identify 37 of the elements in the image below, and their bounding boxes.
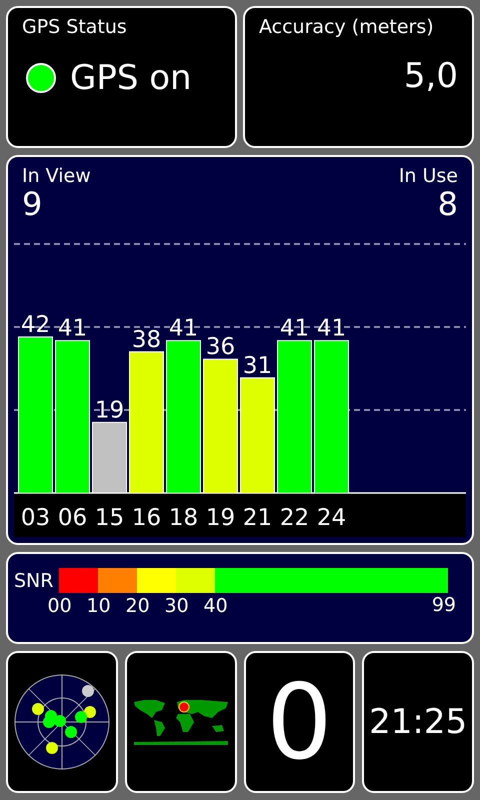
satellite-id-label: 18 <box>168 505 198 531</box>
bar-value-label: 41 <box>168 316 198 342</box>
snr-scale-label: 10 <box>86 595 111 617</box>
bar-value-label: 38 <box>132 326 162 353</box>
clock-time: 21:25 <box>369 702 468 742</box>
satellite-id-label: 15 <box>94 505 124 531</box>
card-title: GPS Status <box>22 16 128 38</box>
snr-label: SNR <box>14 569 54 594</box>
satellite-id-label: 19 <box>206 505 236 531</box>
bar-value-label: 41 <box>280 316 310 342</box>
bar-value-label: 19 <box>94 397 124 424</box>
in-view-label: In View <box>22 165 91 187</box>
bar-value-label: 42 <box>20 312 50 338</box>
snr-scale-label: 00 <box>47 595 72 617</box>
snr-scale-label: 20 <box>125 595 150 617</box>
in-use-count: 8 <box>438 187 458 222</box>
sky-plot-card[interactable] <box>6 651 118 793</box>
snr-scale-label: 30 <box>164 595 189 617</box>
bar-value-label: 41 <box>58 316 88 342</box>
in-use-label: In Use <box>398 165 458 187</box>
satellite-id-label: 06 <box>58 505 88 531</box>
snr-scale-label: 99 <box>432 594 456 616</box>
satellite-id-label: 16 <box>132 505 162 531</box>
satellite-id-label: 21 <box>242 505 272 531</box>
in-view-count: 9 <box>22 187 44 222</box>
satellite-id-label: 03 <box>20 505 50 531</box>
world-map-card[interactable] <box>124 651 236 793</box>
gps-status-value: GPS on <box>70 58 192 98</box>
count-value: 0 <box>266 670 332 774</box>
bar-value-label: 31 <box>242 352 272 379</box>
card-title: Accuracy (meters) <box>259 16 435 38</box>
accuracy-value: 5,0 <box>404 56 458 96</box>
satellite-id-label: 22 <box>280 505 310 531</box>
satellite-id-label: 24 <box>316 505 346 531</box>
bar-value-label: 36 <box>206 334 236 360</box>
bar-value-label: 41 <box>316 316 346 342</box>
snr-scale-label: 40 <box>203 595 228 617</box>
